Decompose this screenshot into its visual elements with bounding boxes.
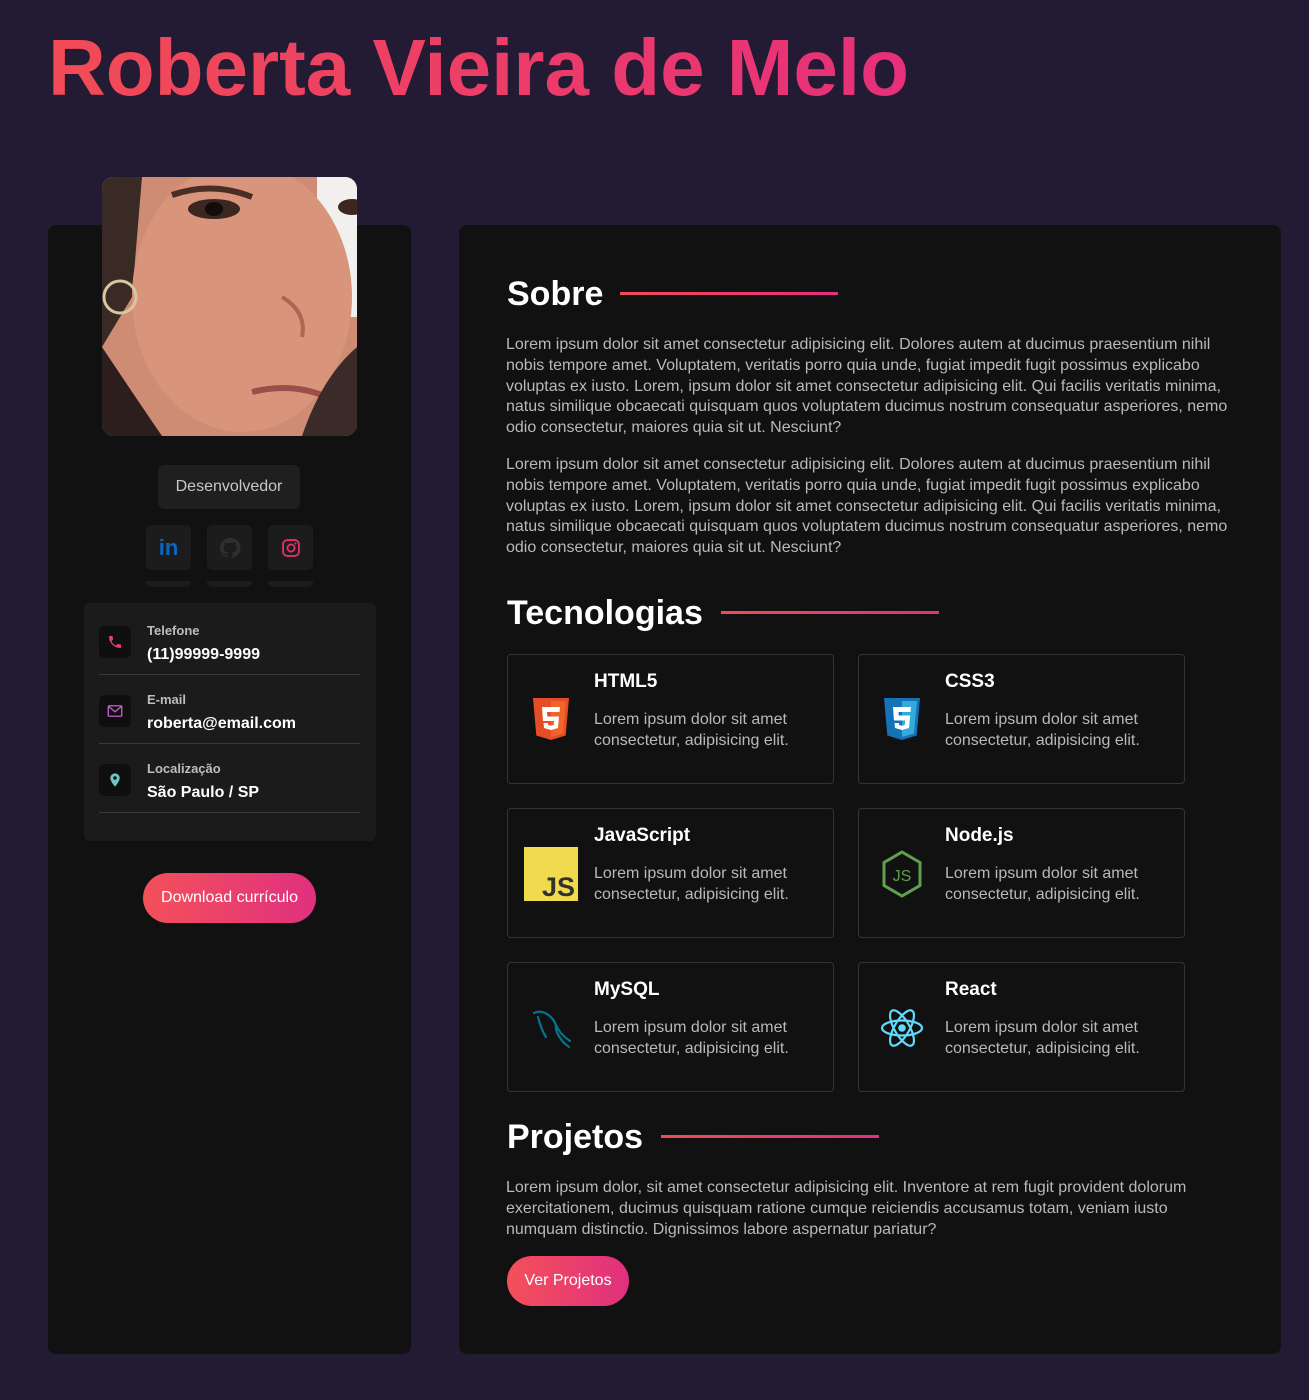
contact-value: São Paulo / SP [147,784,260,801]
svg-text:JS: JS [542,872,575,901]
tech-description: Lorem ipsum dolor sit amet consectetur, … [594,865,789,903]
contact-label: E-mail [147,692,187,707]
view-projects-button[interactable]: Ver Projetos [507,1256,629,1306]
svg-text:JS: JS [893,868,912,885]
tech-card-react: React Lorem ipsum dolor sit amet consect… [858,962,1185,1092]
github-icon [219,537,241,558]
mail-icon [107,705,123,717]
contact-value[interactable]: (11)99999-9999 [147,646,260,664]
contact-list: Telefone (11)99999-9999 E-mail roberta@e… [84,603,376,841]
tech-description: Lorem ipsum dolor sit amet consectetur, … [945,711,1140,749]
about-paragraph: Lorem ipsum dolor sit amet consectetur a… [506,336,1228,437]
linkedin-link[interactable]: in [146,525,191,587]
tech-description: Lorem ipsum dolor sit amet consectetur, … [594,711,789,749]
tech-name: CSS3 [945,671,995,692]
nodejs-icon: JS [882,850,922,898]
tech-description: Lorem ipsum dolor sit amet consectetur, … [945,1019,1140,1057]
page-title: Roberta Vieira de Melo [48,23,910,112]
instagram-icon [281,538,300,557]
tech-name: Node.js [945,825,1014,846]
about-paragraph: Lorem ipsum dolor sit amet consectetur a… [506,456,1228,557]
tech-card-nodejs: JS Node.js Lorem ipsum dolor sit amet co… [858,808,1185,938]
tech-name: JavaScript [594,825,691,846]
mysql-icon [532,1010,572,1048]
location-icon [110,773,120,787]
tech-name: MySQL [594,979,660,1000]
tech-card-css3: CSS3 Lorem ipsum dolor sit amet consecte… [858,654,1185,784]
tech-card-javascript: JS JavaScript Lorem ipsum dolor sit amet… [507,808,834,938]
section-title-projects: Projetos [507,1118,644,1156]
tech-name: React [945,979,997,1000]
tech-card-mysql: MySQL Lorem ipsum dolor sit amet consect… [507,962,834,1092]
contact-label: Localização [147,761,221,776]
tech-name: HTML5 [594,671,658,692]
section-divider [620,292,838,295]
phone-icon [109,636,121,648]
contact-phone: Telefone (11)99999-9999 [99,606,360,675]
contact-value[interactable]: roberta@email.com [147,715,296,733]
contact-label: Telefone [147,623,200,638]
instagram-link[interactable] [268,525,313,587]
tech-description: Lorem ipsum dolor sit amet consectetur, … [945,865,1140,903]
github-link[interactable] [207,525,252,587]
section-title-technologies: Tecnologias [507,594,703,632]
tech-description: Lorem ipsum dolor sit amet consectetur, … [594,1019,789,1057]
contact-location: Localização São Paulo / SP [99,744,360,813]
tech-card-html5: HTML5 Lorem ipsum dolor sit amet consect… [507,654,834,784]
role-badge: Desenvolvedor [158,465,300,509]
projects-paragraph: Lorem ipsum dolor, sit amet consectetur … [506,1179,1187,1238]
html5-icon [533,698,569,740]
section-divider [721,611,939,614]
linkedin-icon: in [158,534,179,560]
css3-icon [884,698,920,740]
contact-email: E-mail roberta@email.com [99,675,360,744]
react-icon [880,1009,924,1047]
javascript-icon: JS [524,847,578,901]
download-cv-button[interactable]: Download currículo [143,873,316,923]
avatar [102,177,357,436]
section-title-about: Sobre [507,275,604,313]
section-divider [661,1135,879,1138]
